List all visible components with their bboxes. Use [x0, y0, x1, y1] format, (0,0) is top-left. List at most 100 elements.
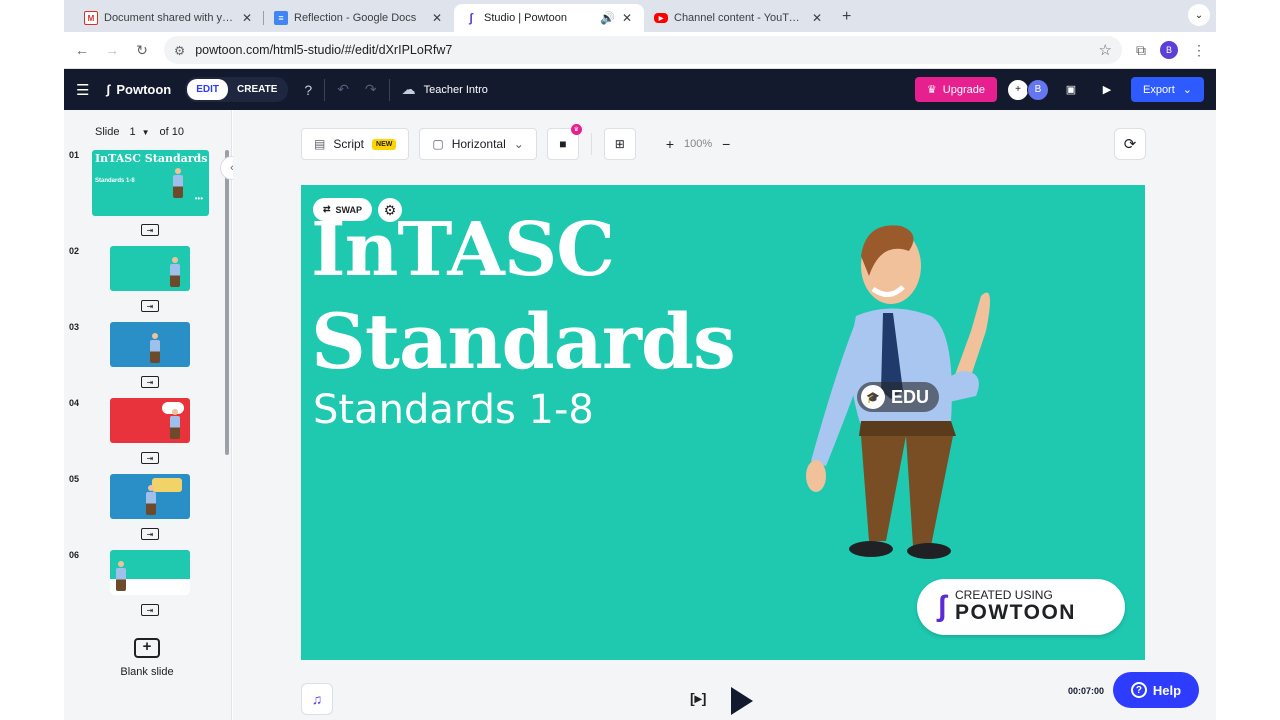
- slide-subtitle[interactable]: Standards 1-8: [313, 387, 594, 433]
- slide-number-dropdown[interactable]: 1 ▼: [129, 126, 149, 138]
- powtoon-wordmark: POWTOON: [955, 601, 1076, 625]
- chevron-down-icon: ⌄: [513, 137, 524, 151]
- insert-slide-icon[interactable]: ⇥: [141, 528, 159, 540]
- insert-slide-icon[interactable]: ⇥: [141, 300, 159, 312]
- edit-mode-button[interactable]: EDIT: [187, 79, 229, 100]
- zoom-in-icon[interactable]: +: [666, 136, 674, 152]
- plus-icon: +: [134, 638, 160, 658]
- slide-preview[interactable]: [110, 550, 190, 595]
- slide-selector[interactable]: Slide 1 ▼ of 10: [64, 110, 231, 140]
- export-button[interactable]: Export ⌄: [1130, 77, 1204, 102]
- character-figure: [146, 485, 156, 515]
- slide-preview[interactable]: [110, 322, 190, 367]
- orientation-label: Horizontal: [451, 137, 506, 151]
- script-label: Script: [333, 137, 365, 151]
- browser-menu-icon[interactable]: ⋮: [1192, 42, 1206, 59]
- more-options-icon[interactable]: •••: [195, 194, 203, 203]
- slide-count: of 10: [159, 126, 184, 138]
- created-using-label: CREATED USING: [955, 588, 1053, 603]
- upgrade-label: Upgrade: [942, 83, 985, 96]
- slide-preview[interactable]: [110, 398, 190, 443]
- slides-panel: Slide 1 ▼ of 10 01 InTASC Standards Stan…: [64, 110, 232, 720]
- gmail-icon: M: [84, 11, 98, 25]
- redo-icon[interactable]: ↷: [365, 81, 377, 98]
- music-note-icon: ♫: [311, 691, 323, 707]
- close-icon[interactable]: ✕: [240, 11, 254, 25]
- help-circle-icon[interactable]: ?: [304, 82, 312, 98]
- browser-tab-docs[interactable]: ≡ Reflection - Google Docs ✕: [264, 4, 454, 32]
- document-icon: ▤: [314, 137, 326, 151]
- browser-toolbar: ← → ↻ ⚙ powtoon.com/html5-studio/#/edit/…: [64, 32, 1216, 69]
- insert-slide-icon[interactable]: ⇥: [141, 452, 159, 464]
- brand-name: Powtoon: [116, 82, 172, 97]
- editor-area: ▤ Script NEW ▢ Horizontal ⌄ ■ ♛ ⊞ + 100%…: [233, 110, 1216, 720]
- character-figure: [116, 561, 126, 591]
- music-button[interactable]: ♫: [301, 683, 333, 715]
- hamburger-menu-icon[interactable]: ☰: [76, 81, 100, 99]
- new-tab-button[interactable]: +: [842, 8, 851, 26]
- upgrade-button[interactable]: ♛ Upgrade: [914, 77, 997, 102]
- browser-tab-gmail[interactable]: M Document shared with you: " ✕: [74, 4, 264, 32]
- header-divider: [388, 78, 390, 101]
- sidebar-scrollbar[interactable]: [225, 150, 229, 455]
- undo-icon[interactable]: ↶: [337, 81, 349, 98]
- help-button[interactable]: ? Help: [1113, 672, 1199, 708]
- reload-icon[interactable]: ↻: [134, 42, 150, 59]
- grid-button[interactable]: ⊞: [603, 128, 636, 160]
- insert-slide-icon[interactable]: ⇥: [141, 224, 159, 236]
- character-figure: [170, 257, 180, 287]
- browser-tab-powtoon[interactable]: ʃ Studio | Powtoon 🔊 ✕: [454, 4, 644, 32]
- insert-slide-icon[interactable]: ⇥: [141, 376, 159, 388]
- play-from-frame-icon[interactable]: [▸]: [690, 690, 706, 707]
- question-icon: ?: [1130, 682, 1147, 698]
- powtoon-icon: ʃ: [469, 11, 473, 25]
- slide-preview[interactable]: InTASC Standards Standards 1-8 •••: [92, 150, 209, 216]
- play-icon[interactable]: [731, 687, 753, 715]
- forward-icon[interactable]: →: [104, 42, 120, 58]
- project-title[interactable]: Teacher Intro: [424, 84, 488, 96]
- blank-slide-button[interactable]: + Blank slide: [64, 638, 230, 678]
- add-collaborator-icon[interactable]: +: [1006, 78, 1029, 101]
- chevron-down-icon: ⌄: [1182, 84, 1192, 96]
- url-text[interactable]: powtoon.com/html5-studio/#/edit/dXrIPLoR…: [195, 43, 1088, 57]
- browser-tab-youtube[interactable]: ▶ Channel content - YouTube S ✕: [644, 4, 834, 32]
- back-icon[interactable]: ←: [74, 42, 90, 58]
- create-mode-button[interactable]: CREATE: [228, 79, 286, 100]
- grid-icon: ⊞: [614, 137, 625, 151]
- user-avatar[interactable]: B: [1026, 78, 1049, 101]
- slide-title-line1[interactable]: InTASC: [311, 207, 615, 293]
- zoom-out-icon[interactable]: −: [722, 136, 730, 152]
- character-figure: [173, 168, 187, 212]
- audio-icon[interactable]: 🔊: [600, 11, 615, 25]
- close-icon[interactable]: ✕: [430, 11, 444, 25]
- bookmark-star-icon[interactable]: ☆: [1099, 41, 1112, 59]
- close-icon[interactable]: ✕: [620, 11, 634, 25]
- slide-title-line2[interactable]: Standards: [311, 297, 736, 386]
- tab-search-icon[interactable]: ⌄: [1188, 4, 1210, 26]
- script-button[interactable]: ▤ Script NEW: [301, 128, 410, 160]
- chrome-right-margin: [1216, 0, 1280, 720]
- camera-button[interactable]: ■ ♛: [546, 124, 582, 160]
- site-info-icon[interactable]: ⚙: [174, 43, 185, 58]
- preview-play-icon[interactable]: ▶: [1093, 77, 1121, 103]
- slide-preview[interactable]: [110, 474, 190, 519]
- slide-preview[interactable]: [110, 246, 190, 291]
- extensions-icon[interactable]: ⧉: [1136, 42, 1146, 59]
- caret-down-icon: ▼: [141, 127, 150, 137]
- sync-button[interactable]: ⟳: [1114, 128, 1146, 160]
- address-bar[interactable]: ⚙ powtoon.com/html5-studio/#/edit/dXrIPL…: [164, 36, 1122, 64]
- canvas-toolbar: ▤ Script NEW ▢ Horizontal ⌄ ■ ♛ ⊞ + 100%…: [301, 124, 730, 160]
- profile-avatar[interactable]: B: [1160, 41, 1178, 59]
- present-icon[interactable]: ▣: [1057, 77, 1085, 103]
- mode-toggle[interactable]: EDIT CREATE: [185, 77, 289, 102]
- close-icon[interactable]: ✕: [810, 11, 824, 25]
- orientation-dropdown[interactable]: ▢ Horizontal ⌄: [419, 128, 537, 160]
- header-divider: [324, 78, 326, 101]
- slide-number: 06: [69, 550, 80, 560]
- insert-slide-icon[interactable]: ⇥: [141, 604, 159, 616]
- powtoon-logo[interactable]: ʃ Powtoon: [106, 82, 171, 97]
- illustration-panel: [152, 478, 182, 492]
- character-figure: [170, 409, 180, 439]
- blank-slide-label: Blank slide: [120, 666, 174, 678]
- slide-canvas[interactable]: ⇄ SWAP ⚙ InTASC Standards Standards 1-8 …: [301, 185, 1145, 660]
